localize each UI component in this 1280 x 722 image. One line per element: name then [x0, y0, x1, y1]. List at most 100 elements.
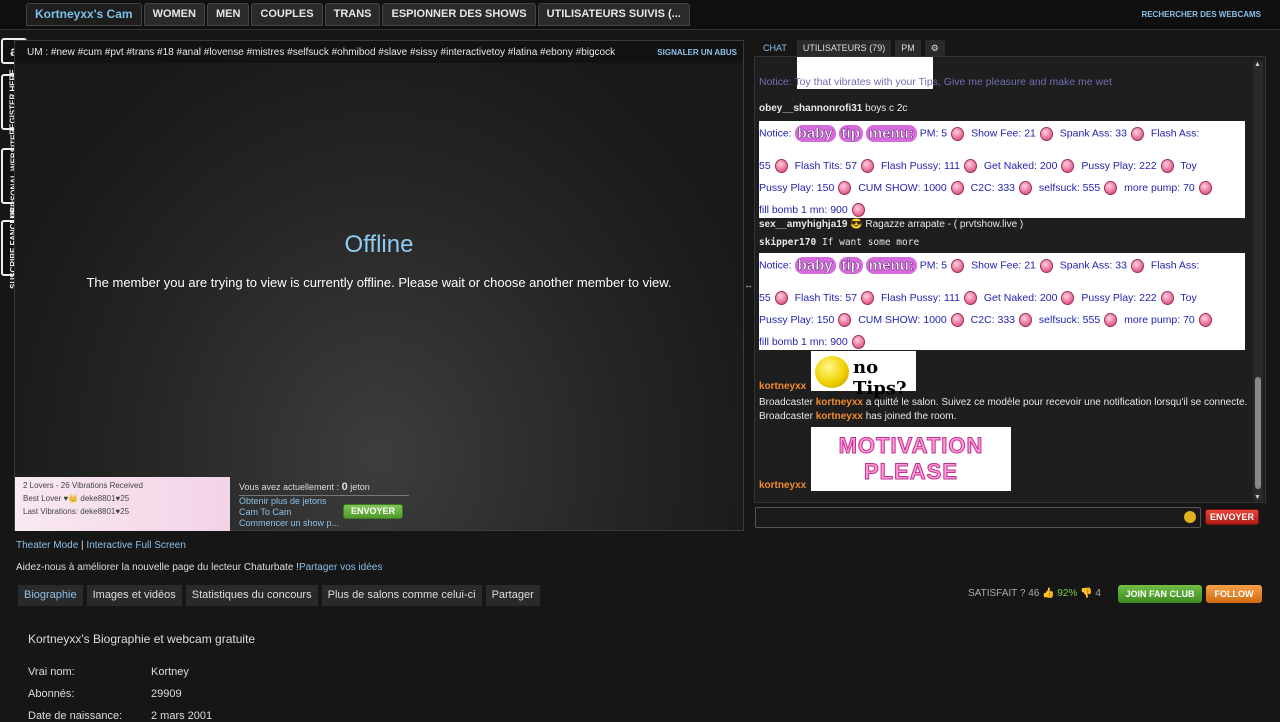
- menu-item: Toy: [1180, 159, 1197, 172]
- chat-message: skipper170 If want some more: [759, 237, 919, 248]
- tab-men[interactable]: MEN: [206, 3, 250, 26]
- menu-item: Get Naked: 200: [983, 159, 1058, 172]
- tab-pm[interactable]: PM: [895, 40, 921, 56]
- thumbs-down-icon[interactable]: 👎: [1080, 588, 1092, 599]
- video-player[interactable]: UM : #new #cum #pvt #trans #18 #anal #lo…: [14, 40, 744, 531]
- heart-icon: [838, 313, 852, 327]
- chat-user[interactable]: kortneyxx: [759, 480, 806, 491]
- emoji-icon[interactable]: [1184, 511, 1196, 523]
- heart-icon: [1160, 291, 1174, 305]
- menu-item: Flash Pussy: 111: [880, 291, 960, 304]
- tab-media[interactable]: Images et vidéos: [86, 585, 182, 606]
- tab-trans[interactable]: TRANS: [324, 3, 381, 26]
- token-count: 0: [341, 481, 348, 493]
- follow-button[interactable]: FOLLOW: [1206, 585, 1262, 603]
- heart-icon: [1160, 159, 1174, 173]
- tip-menu-box: Notice: baby tip menu: PM: 5 Show Fee: 2…: [759, 253, 1245, 350]
- tab-couples[interactable]: COUPLES: [251, 3, 323, 26]
- chat-user[interactable]: kortneyxx: [759, 381, 806, 392]
- join-fan-club-button[interactable]: JOIN FAN CLUB: [1118, 585, 1202, 603]
- tip-menu-box: Notice: baby tip menu: PM: 5 Show Fee: 2…: [759, 121, 1245, 218]
- heart-icon: [1198, 313, 1212, 327]
- chat-scrollbar[interactable]: ▲ ▼: [1253, 61, 1263, 501]
- chat-text: If want some more: [821, 237, 920, 248]
- menu-item: more pump: 70: [1124, 313, 1195, 326]
- resize-handle[interactable]: ↔: [744, 280, 753, 292]
- tab-followed[interactable]: UTILISATEURS SUIVIS (...: [537, 3, 690, 26]
- menu-item: Flash Tits: 57: [794, 291, 858, 304]
- menu-item: fill bomb 1 mn: 900: [759, 335, 848, 348]
- menu-item: more pump: 70: [1124, 181, 1195, 194]
- menu-notice: Notice:: [759, 259, 792, 272]
- heart-icon: [950, 313, 964, 327]
- menu-item: C2C: 333: [970, 313, 1015, 326]
- report-abuse-link[interactable]: SIGNALER UN ABUS: [657, 48, 737, 57]
- heart-icon: [838, 181, 852, 195]
- satisfaction-rating: SATISFAIT ? 46 👍 92% 👎 4: [968, 588, 1101, 599]
- chat-message: kortneyxx: [759, 480, 806, 491]
- chat-user[interactable]: kortneyxx: [816, 411, 863, 422]
- chat-text: 😎 Ragazze arrapate - ( prvtshow.live ): [850, 219, 1024, 230]
- scroll-thumb[interactable]: [1255, 377, 1261, 489]
- tip-menu-row: fill bomb 1 mn: 900: [759, 203, 869, 217]
- heart-icon: [861, 291, 875, 305]
- menu-item: Flash Ass:: [1150, 259, 1200, 272]
- tip-menu-row: Notice: baby tip menu: PM: 5 Show Fee: 2…: [759, 125, 1199, 143]
- menu-item: selfsuck: 555: [1038, 181, 1101, 194]
- lovense-tip-box: 2 Lovers - 26 Vibrations Received Best L…: [15, 477, 230, 531]
- menu-item: fill bomb 1 mn: 900: [759, 203, 848, 216]
- token-balance: Vous avez actuellement : 0 jeton: [239, 481, 409, 496]
- tip-line: Last Vibrations: deke8801♥25: [23, 507, 130, 516]
- menu-item: Toy: [1180, 291, 1197, 304]
- chat-text: a quitté le salon. Suivez ce modèle pour…: [865, 397, 1248, 408]
- menu-item: CUM SHOW: 1000: [858, 181, 947, 194]
- share-ideas-link[interactable]: Partager vos idées: [299, 562, 382, 573]
- tab-women[interactable]: WOMEN: [143, 3, 205, 26]
- heart-icon: [851, 335, 865, 349]
- send-tip-button[interactable]: ENVOYER: [343, 504, 403, 519]
- heart-icon: [1104, 181, 1118, 195]
- search-webcams-link[interactable]: RECHERCHER DES WEBCAMS: [1141, 10, 1261, 19]
- menu-item: PM: 5: [919, 127, 948, 140]
- heart-icon: [963, 159, 977, 173]
- theater-mode-link[interactable]: Theater Mode: [16, 540, 78, 551]
- chat-user[interactable]: kortneyxx: [816, 397, 863, 408]
- heart-icon: [774, 291, 788, 305]
- tab-more-rooms[interactable]: Plus de salons comme celui-ci: [321, 585, 482, 606]
- menu-title-word: baby: [794, 125, 836, 142]
- chat-user[interactable]: sex__amyhighja19: [759, 219, 847, 230]
- tab-spy-shows[interactable]: ESPIONNER DES SHOWS: [382, 3, 536, 26]
- fullscreen-link[interactable]: Interactive Full Screen: [86, 540, 186, 551]
- heart-icon: [1019, 181, 1032, 195]
- chat-send-button[interactable]: ENVOYER: [1205, 509, 1259, 525]
- chat-user[interactable]: skipper170: [759, 237, 816, 248]
- menu-item: 55: [759, 291, 771, 304]
- tab-users[interactable]: UTILISATEURS (79): [796, 40, 892, 56]
- feedback-line: Aidez-nous à améliorer la nouvelle page …: [16, 562, 382, 573]
- tab-share[interactable]: Partager: [485, 585, 540, 606]
- menu-title-word: menu:: [865, 125, 917, 142]
- tab-contest-stats[interactable]: Statistiques du concours: [185, 585, 318, 606]
- heart-icon: [1039, 258, 1053, 273]
- chat-input[interactable]: [755, 507, 1201, 528]
- start-show-link[interactable]: Commencer un show p...: [239, 518, 409, 529]
- tip-menu-row: 55 Flash Tits: 57 Flash Pussy: 111 Get N…: [759, 159, 1197, 173]
- menu-title-word: tip: [838, 257, 863, 274]
- thumbs-up-icon[interactable]: 👍: [1042, 588, 1054, 599]
- heart-icon: [1130, 126, 1144, 141]
- nav-tabs: Kortneyxx's Cam WOMEN MEN COUPLES TRANS …: [26, 3, 690, 26]
- chat-user[interactable]: obey__shannonrofi31: [759, 103, 862, 114]
- settings-gear-icon[interactable]: ⚙: [924, 40, 945, 56]
- feedback-text: Aidez-nous à améliorer la nouvelle page …: [16, 562, 299, 573]
- scroll-up-icon[interactable]: ▲: [1254, 61, 1261, 68]
- tab-room[interactable]: Kortneyxx's Cam: [26, 3, 142, 26]
- tab-biography[interactable]: Biographie: [18, 585, 83, 606]
- menu-title-word: menu:: [865, 257, 917, 274]
- chat-tabs: CHAT UTILISATEURS (79) PM ⚙: [757, 40, 945, 56]
- tab-chat[interactable]: CHAT: [757, 40, 793, 56]
- heart-icon: [851, 203, 865, 217]
- menu-item: Show Fee: 21: [971, 259, 1036, 272]
- menu-item: Pussy Play: 150: [759, 181, 835, 194]
- token-suffix: jeton: [350, 482, 370, 492]
- scroll-down-icon[interactable]: ▼: [1254, 494, 1261, 501]
